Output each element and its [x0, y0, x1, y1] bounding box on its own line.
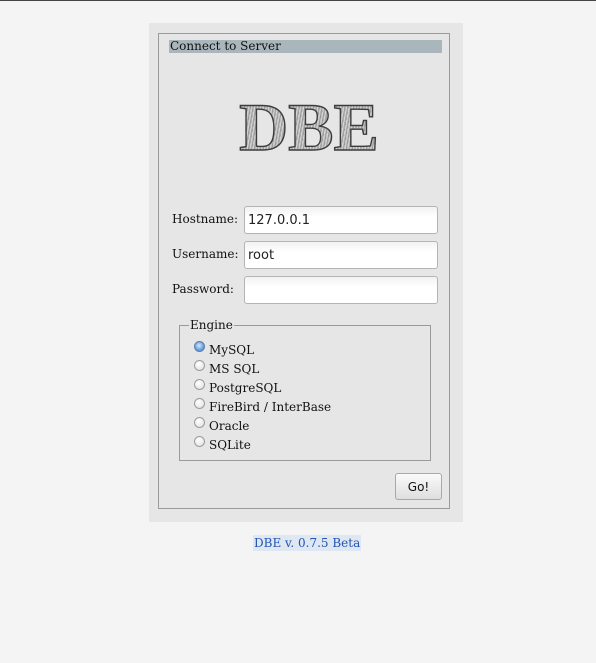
engine-option-label: PostgreSQL: [209, 380, 282, 395]
radio-button[interactable]: [194, 436, 205, 447]
engine-option-oracle[interactable]: Oracle: [194, 416, 249, 435]
connect-dialog: Connect to Server DBE Hostname: Username…: [149, 23, 463, 522]
engine-legend: Engine: [189, 317, 234, 333]
username-label: Username:: [172, 247, 239, 261]
radio-button[interactable]: [194, 417, 205, 428]
dbe-logo: DBE: [238, 89, 379, 159]
radio-button[interactable]: [194, 360, 205, 371]
engine-option-label: FireBird / InterBase: [209, 399, 332, 414]
engine-group: Engine MySQL MS SQL PostgreSQL FireBird …: [179, 317, 431, 461]
version-link[interactable]: DBE v. 0.7.5 Beta: [253, 535, 362, 551]
password-input[interactable]: [244, 276, 438, 304]
hostname-label: Hostname:: [172, 212, 239, 226]
dialog-frame: Connect to Server DBE Hostname: Username…: [158, 33, 450, 509]
engine-option-sqlite[interactable]: SQLite: [194, 435, 251, 454]
engine-option-label: MySQL: [209, 342, 255, 357]
password-label: Password:: [172, 282, 234, 296]
dialog-title: Connect to Server: [169, 40, 442, 53]
engine-option-label: Oracle: [209, 418, 250, 433]
engine-option-mysql[interactable]: MySQL: [194, 340, 254, 359]
radio-button[interactable]: [194, 398, 205, 409]
engine-option-postgresql[interactable]: PostgreSQL: [194, 378, 281, 397]
hostname-input[interactable]: [244, 206, 438, 234]
username-input[interactable]: [244, 241, 438, 269]
top-divider: [0, 0, 596, 1]
engine-option-label: MS SQL: [209, 361, 260, 376]
engine-option-label: SQLite: [209, 437, 251, 452]
go-button[interactable]: Go!: [395, 473, 442, 500]
engine-option-firebird[interactable]: FireBird / InterBase: [194, 397, 331, 416]
logo-text: DBE: [239, 89, 379, 159]
engine-option-mssql[interactable]: MS SQL: [194, 359, 259, 378]
radio-button[interactable]: [194, 379, 205, 390]
radio-button-checked[interactable]: [194, 341, 205, 352]
